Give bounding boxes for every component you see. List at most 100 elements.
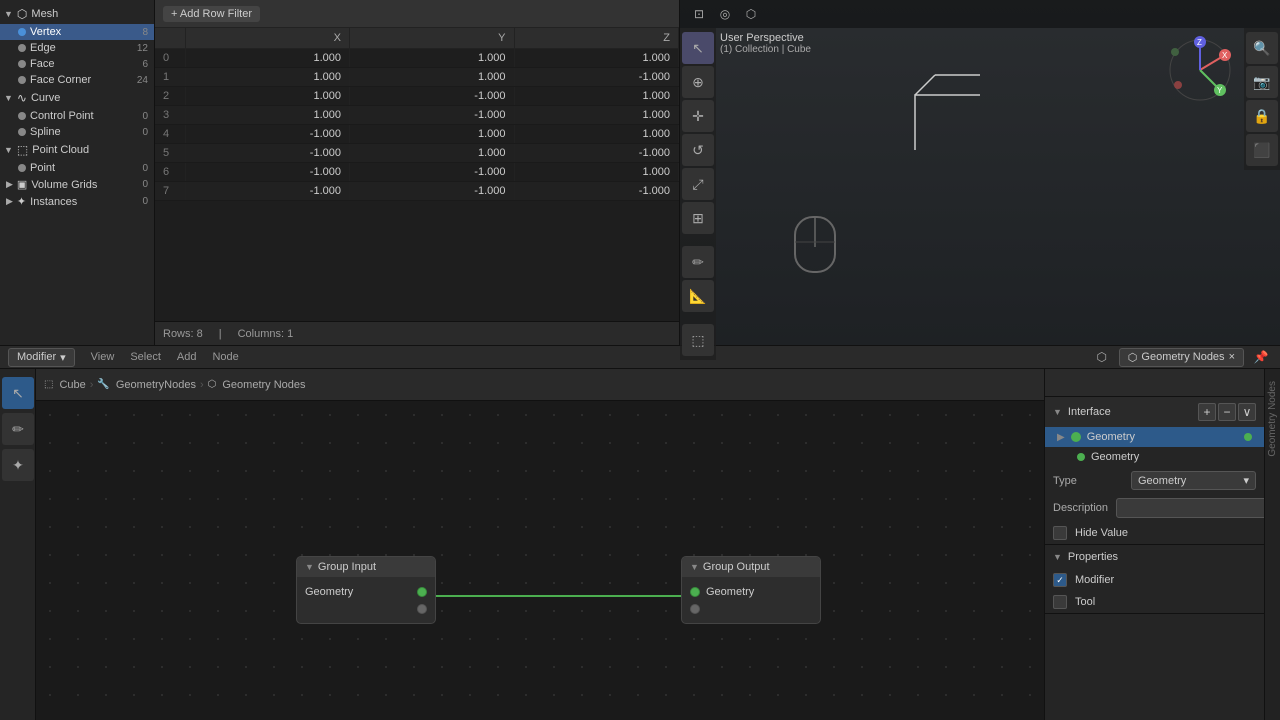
rotate-tool[interactable]: ↺ xyxy=(682,134,714,166)
node-menu[interactable]: Node xyxy=(212,351,238,363)
group-output-chevron-icon: ▼ xyxy=(690,562,699,572)
cell-x: 1.000 xyxy=(185,106,350,125)
select-menu[interactable]: Select xyxy=(130,351,161,363)
point-icon xyxy=(18,164,26,172)
view-menu[interactable]: View xyxy=(91,351,115,363)
type-dropdown[interactable]: Geometry ▾ xyxy=(1131,471,1256,490)
group-input-extra-row xyxy=(305,601,427,617)
face-corner-item[interactable]: Face Corner 24 xyxy=(0,72,154,88)
breadcrumb-nodetree[interactable]: Geometry Nodes xyxy=(222,379,305,391)
pin-icon[interactable]: 📌 xyxy=(1250,346,1272,368)
editor-type-icon[interactable]: ⬡ xyxy=(1091,346,1113,368)
view-camera-icon[interactable]: 📷 xyxy=(1246,66,1278,98)
table-row[interactable]: 0 1.000 1.000 1.000 xyxy=(155,49,679,68)
tool-checkbox-row: Tool xyxy=(1045,591,1264,613)
group-input-chevron-icon: ▼ xyxy=(305,562,314,572)
hide-value-checkbox[interactable] xyxy=(1053,526,1067,540)
edge-item[interactable]: Edge 12 xyxy=(0,40,154,56)
group-input-geometry-socket[interactable] xyxy=(417,587,427,597)
annotate-tool[interactable]: ✏ xyxy=(682,246,714,278)
breadcrumb-geonodes[interactable]: GeometryNodes xyxy=(116,379,196,391)
control-point-label: Control Point xyxy=(30,110,94,122)
row-index: 3 xyxy=(155,106,185,125)
measure-tool[interactable]: 📐 xyxy=(682,280,714,312)
select-tool[interactable]: ↖ xyxy=(682,32,714,64)
separator: | xyxy=(219,328,222,340)
control-point-item[interactable]: Control Point 0 xyxy=(0,108,154,124)
viewport-mode-icon[interactable]: ⬡ xyxy=(740,3,762,25)
point-cloud-section-header[interactable]: ▼ ⬚ Point Cloud xyxy=(0,140,154,160)
node-annotate-tool[interactable]: ✏ xyxy=(2,413,34,445)
cell-x: -1.000 xyxy=(185,125,350,144)
spline-count: 0 xyxy=(142,127,148,138)
control-point-icon xyxy=(18,112,26,120)
tool-checkbox[interactable] xyxy=(1053,595,1067,609)
interface-expand-button[interactable]: ∨ xyxy=(1238,403,1256,421)
group-output-node[interactable]: ▼ Group Output Geometry xyxy=(681,556,821,624)
point-item[interactable]: Point 0 xyxy=(0,160,154,176)
description-input[interactable] xyxy=(1116,498,1272,518)
tab-close-icon[interactable]: × xyxy=(1229,351,1235,363)
curve-section-header[interactable]: ▼ ∿ Curve xyxy=(0,88,154,108)
viewport-overlay-icon[interactable]: ◎ xyxy=(714,3,736,25)
table-row[interactable]: 6 -1.000 -1.000 1.000 xyxy=(155,163,679,182)
node-canvas[interactable]: ▼ Group Input Geometry xyxy=(36,401,1044,720)
col-header-idx xyxy=(155,28,185,49)
cursor-tool[interactable]: ⊕ xyxy=(682,66,714,98)
instances-item[interactable]: ▶ ✦ Instances 0 xyxy=(0,193,154,210)
interface-item-geometry-active[interactable]: ▶ Geometry xyxy=(1045,427,1264,447)
breadcrumb-cube[interactable]: Cube xyxy=(59,379,85,391)
geometry-nodes-tab[interactable]: ⬡ Geometry Nodes × xyxy=(1119,348,1244,367)
group-input-node[interactable]: ▼ Group Input Geometry xyxy=(296,556,436,624)
scale-tool[interactable]: ⤢ xyxy=(682,168,714,200)
properties-section-header[interactable]: ▼ Properties xyxy=(1045,545,1264,569)
instances-label: Instances xyxy=(30,196,77,208)
interface-section-header[interactable]: ▼ Interface + − ∨ xyxy=(1045,397,1264,427)
vertex-item[interactable]: Vertex 8 xyxy=(0,24,154,40)
point-cloud-label: Point Cloud xyxy=(32,144,89,156)
interface-remove-button[interactable]: − xyxy=(1218,403,1236,421)
table-row[interactable]: 1 1.000 1.000 -1.000 xyxy=(155,68,679,87)
transform-tool[interactable]: ⊞ xyxy=(682,202,714,234)
node-select-tool[interactable]: ↖ xyxy=(2,377,34,409)
viewport-gizmo[interactable]: X Y Z xyxy=(1160,30,1240,110)
svg-text:Y: Y xyxy=(1217,86,1223,95)
viewport-perspective-icon[interactable]: ⊡ xyxy=(688,3,710,25)
interface-buttons: + − ∨ xyxy=(1198,403,1256,421)
row-index: 7 xyxy=(155,182,185,201)
group-input-geometry-row: Geometry xyxy=(305,583,427,601)
interface-add-button[interactable]: + xyxy=(1198,403,1216,421)
mesh-icon: ⬡ xyxy=(17,7,27,21)
table-row[interactable]: 5 -1.000 1.000 -1.000 xyxy=(155,144,679,163)
cube-add-tool[interactable]: ⬚ xyxy=(682,324,714,356)
cell-z: 1.000 xyxy=(514,106,679,125)
modifier-checkbox[interactable] xyxy=(1053,573,1067,587)
node-link-tool[interactable]: ✦ xyxy=(2,449,34,481)
move-tool[interactable]: ✛ xyxy=(682,100,714,132)
spreadsheet-panel: + Add Row Filter X Y Z 0 1.000 1.000 1.0… xyxy=(155,0,680,345)
breadcrumb-sep2: › xyxy=(200,379,204,391)
add-menu[interactable]: Add xyxy=(177,351,197,363)
modifier-dropdown[interactable]: Modifier ▾ xyxy=(8,348,75,367)
table-row[interactable]: 7 -1.000 -1.000 -1.000 xyxy=(155,182,679,201)
spline-item[interactable]: Spline 0 xyxy=(0,124,154,140)
table-row[interactable]: 3 1.000 -1.000 1.000 xyxy=(155,106,679,125)
instances-count: 0 xyxy=(142,196,148,207)
view-ortho-icon[interactable]: ⬛ xyxy=(1246,134,1278,166)
row-index: 4 xyxy=(155,125,185,144)
view-lock-icon[interactable]: 🔒 xyxy=(1246,100,1278,132)
viewport-panel[interactable]: ⊡ ◎ ⬡ User Perspective (1) Collection | … xyxy=(680,0,1280,345)
volume-grids-item[interactable]: ▶ ▣ Volume Grids 0 xyxy=(0,176,154,193)
group-output-geometry-socket[interactable] xyxy=(690,587,700,597)
table-row[interactable]: 2 1.000 -1.000 1.000 xyxy=(155,87,679,106)
tool-checkbox-label: Tool xyxy=(1075,596,1095,608)
view-zoom-icon[interactable]: 🔍 xyxy=(1246,32,1278,64)
add-row-filter-button[interactable]: + Add Row Filter xyxy=(163,6,260,22)
face-item[interactable]: Face 6 xyxy=(0,56,154,72)
geometry-child-label: Geometry xyxy=(1091,451,1139,463)
cell-y: -1.000 xyxy=(350,87,515,106)
interface-item-geometry-child[interactable]: Geometry xyxy=(1045,447,1264,467)
mesh-section-header[interactable]: ▼ ⬡ Mesh xyxy=(0,4,154,24)
table-row[interactable]: 4 -1.000 1.000 1.000 xyxy=(155,125,679,144)
geometry-active-indent-icon: ▶ xyxy=(1057,432,1065,443)
